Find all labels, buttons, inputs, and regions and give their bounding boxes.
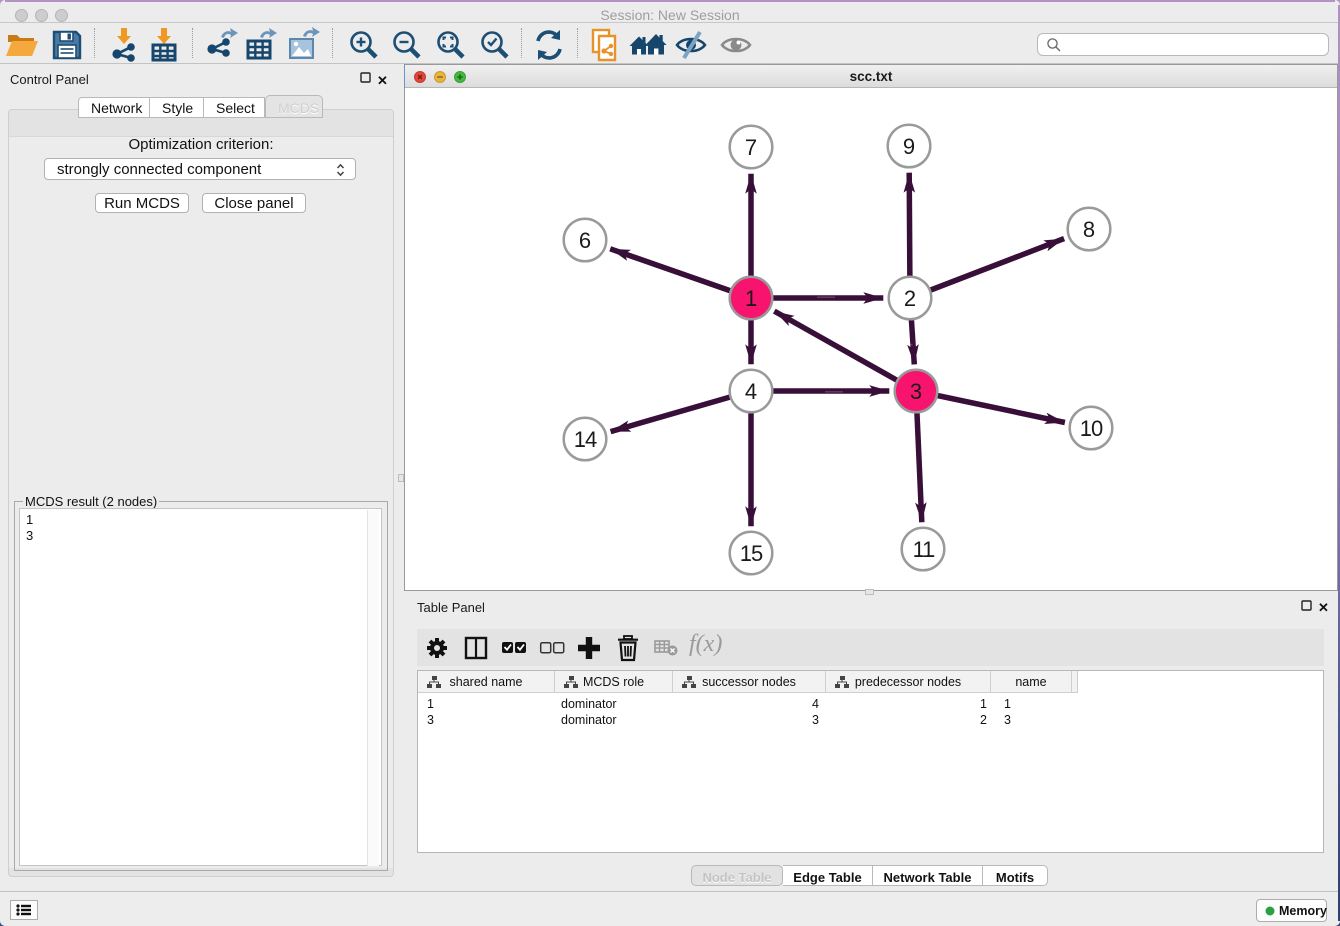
svg-text:2: 2 [904, 286, 916, 311]
svg-text:8: 8 [1083, 217, 1095, 242]
svg-text:6: 6 [579, 228, 591, 253]
svg-text:10: 10 [1080, 416, 1103, 441]
svg-text:14: 14 [574, 427, 597, 452]
svg-text:7: 7 [745, 135, 757, 160]
svg-text:9: 9 [903, 134, 915, 159]
svg-text:4: 4 [745, 379, 757, 404]
svg-text:15: 15 [740, 541, 763, 566]
svg-text:1: 1 [745, 286, 757, 311]
svg-text:11: 11 [913, 537, 935, 562]
svg-text:3: 3 [910, 379, 922, 404]
